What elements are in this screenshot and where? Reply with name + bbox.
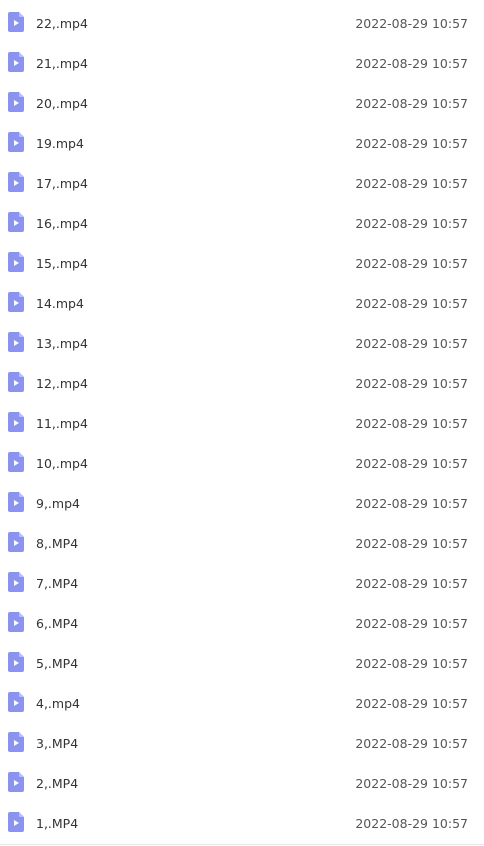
file-row[interactable]: 22,.mp4 2022-08-29 10:57 <box>0 0 484 40</box>
file-row[interactable]: 19.mp4 2022-08-29 10:57 <box>0 120 484 160</box>
video-file-icon <box>8 132 24 152</box>
file-row[interactable]: 10,.mp4 2022-08-29 10:57 <box>0 440 484 480</box>
video-file-icon <box>8 412 24 432</box>
video-file-icon <box>8 292 24 312</box>
video-file-icon <box>8 732 24 752</box>
file-name[interactable]: 1,.MP4 <box>36 800 78 846</box>
file-row[interactable]: 5,.MP4 2022-08-29 10:57 <box>0 640 484 680</box>
file-row[interactable]: 11,.mp4 2022-08-29 10:57 <box>0 400 484 440</box>
video-file-icon <box>8 172 24 192</box>
file-row[interactable]: 21,.mp4 2022-08-29 10:57 <box>0 40 484 80</box>
file-row[interactable]: 9,.mp4 2022-08-29 10:57 <box>0 480 484 520</box>
video-file-icon <box>8 772 24 792</box>
video-file-icon <box>8 12 24 32</box>
file-row[interactable]: 15,.mp4 2022-08-29 10:57 <box>0 240 484 280</box>
file-row[interactable]: 16,.mp4 2022-08-29 10:57 <box>0 200 484 240</box>
video-file-icon <box>8 532 24 552</box>
file-row[interactable]: 14.mp4 2022-08-29 10:57 <box>0 280 484 320</box>
file-modified-date: 2022-08-29 10:57 <box>355 816 468 831</box>
file-row[interactable]: 7,.MP4 2022-08-29 10:57 <box>0 560 484 600</box>
file-list: 22,.mp4 2022-08-29 10:57 21,.mp4 2022-08-29… <box>0 0 484 846</box>
video-file-icon <box>8 372 24 392</box>
video-file-icon <box>8 612 24 632</box>
video-file-icon <box>8 92 24 112</box>
file-row[interactable]: 13,.mp4 2022-08-29 10:57 <box>0 320 484 360</box>
video-file-icon <box>8 212 24 232</box>
file-row[interactable]: 1,.MP4 2022-08-29 10:57 <box>0 800 484 840</box>
file-row[interactable]: 17,.mp4 2022-08-29 10:57 <box>0 160 484 200</box>
video-file-icon <box>8 812 24 832</box>
video-file-icon <box>8 652 24 672</box>
video-file-icon <box>8 492 24 512</box>
video-file-icon <box>8 572 24 592</box>
file-row[interactable]: 12,.mp4 2022-08-29 10:57 <box>0 360 484 400</box>
video-file-icon <box>8 252 24 272</box>
file-row[interactable]: 20,.mp4 2022-08-29 10:57 <box>0 80 484 120</box>
video-file-icon <box>8 452 24 472</box>
file-row[interactable]: 6,.MP4 2022-08-29 10:57 <box>0 600 484 640</box>
file-row[interactable]: 4,.mp4 2022-08-29 10:57 <box>0 680 484 720</box>
file-row[interactable]: 2,.MP4 2022-08-29 10:57 <box>0 760 484 800</box>
file-row[interactable]: 8,.MP4 2022-08-29 10:57 <box>0 520 484 560</box>
video-file-icon <box>8 52 24 72</box>
file-row[interactable]: 3,.MP4 2022-08-29 10:57 <box>0 720 484 760</box>
list-bottom-border <box>0 844 484 845</box>
video-file-icon <box>8 692 24 712</box>
video-file-icon <box>8 332 24 352</box>
